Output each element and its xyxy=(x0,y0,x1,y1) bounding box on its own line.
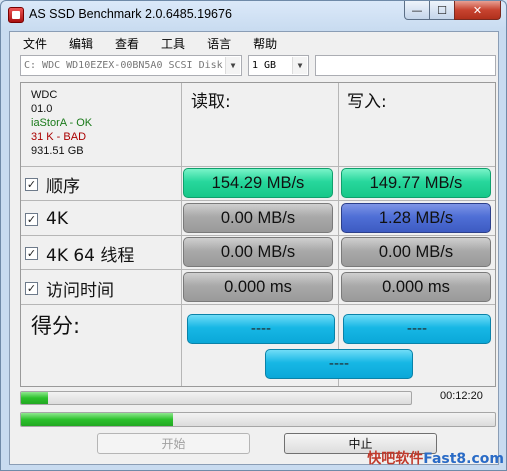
watermark-part1: 快吧软件 xyxy=(367,451,424,467)
watermark-part2: Fast8.com xyxy=(423,451,504,467)
maximize-button[interactable]: ☐ xyxy=(429,1,455,20)
results-panel: WDC 01.0 iaStorA - OK 31 K - BAD 931.51 … xyxy=(20,82,496,387)
test-row-access-time: ✓ 访问时间 xyxy=(25,275,114,301)
main-window: AS SSD Benchmark 2.0.6485.19676 — ☐ ✕ 文件… xyxy=(0,0,507,471)
start-button[interactable]: 开始 xyxy=(97,433,250,454)
window-title: AS SSD Benchmark 2.0.6485.19676 xyxy=(29,7,232,21)
menu-help[interactable]: 帮助 xyxy=(239,32,285,52)
4k-read-result: 0.00 MB/s xyxy=(183,203,333,233)
score-write: ---- xyxy=(343,314,491,344)
overall-progress-fill xyxy=(21,413,173,426)
menu-bar: 文件 编辑 查看 工具 语言 帮助 xyxy=(10,32,498,52)
drive-capacity: 931.51 GB xyxy=(31,145,84,157)
test-label: 4K xyxy=(46,209,68,229)
access-time-checkbox[interactable]: ✓ xyxy=(25,281,38,295)
test-progress-bar xyxy=(20,391,412,405)
app-icon xyxy=(8,7,24,23)
overall-progress-bar xyxy=(20,412,496,427)
menu-file[interactable]: 文件 xyxy=(10,32,55,52)
score-label: 得分: xyxy=(31,314,81,338)
minimize-button[interactable]: — xyxy=(404,1,430,20)
menu-tools[interactable]: 工具 xyxy=(147,32,193,52)
drive-vendor: WDC xyxy=(31,89,58,101)
drive-alignment-status: 31 K - BAD xyxy=(31,131,87,143)
4k64-read-result: 0.00 MB/s xyxy=(183,237,333,267)
test-row-seq: ✓ 顺序 xyxy=(25,171,80,197)
divider xyxy=(21,269,495,270)
close-button[interactable]: ✕ xyxy=(454,1,501,20)
drive-firmware: 01.0 xyxy=(31,103,53,115)
size-select[interactable]: 1 GB ▼ xyxy=(248,55,309,76)
drive-select[interactable]: C: WDC WD10EZEX-00BN5A0 SCSI Disk ▼ xyxy=(20,55,242,76)
seq-write-result: 149.77 MB/s xyxy=(341,168,491,198)
elapsed-time: 00:12:20 xyxy=(440,390,483,402)
watermark: 快吧软件Fast8.com xyxy=(367,448,504,468)
test-label: 顺序 xyxy=(46,176,80,197)
write-column-header: 写入: xyxy=(347,92,387,112)
chevron-down-icon[interactable]: ▼ xyxy=(225,57,240,74)
chevron-down-icon[interactable]: ▼ xyxy=(292,57,307,74)
menu-view[interactable]: 查看 xyxy=(101,32,147,52)
4k64-checkbox[interactable]: ✓ xyxy=(25,246,38,260)
divider xyxy=(21,235,495,236)
test-label: 访问时间 xyxy=(46,280,114,301)
access-write-result: 0.000 ms xyxy=(341,272,491,302)
seq-checkbox[interactable]: ✓ xyxy=(25,177,38,191)
divider xyxy=(21,200,495,201)
menu-edit[interactable]: 编辑 xyxy=(55,32,101,52)
4k-write-result: 1.28 MB/s xyxy=(341,203,491,233)
seq-read-result: 154.29 MB/s xyxy=(183,168,333,198)
score-total: ---- xyxy=(265,349,413,379)
client-area: 文件 编辑 查看 工具 语言 帮助 C: WDC WD10EZEX-00BN5A… xyxy=(9,31,499,465)
4k-checkbox[interactable]: ✓ xyxy=(25,212,38,226)
test-label: 4K 64 线程 xyxy=(46,245,135,266)
score-read: ---- xyxy=(187,314,335,344)
menu-language[interactable]: 语言 xyxy=(193,32,239,52)
title-bar[interactable]: AS SSD Benchmark 2.0.6485.19676 — ☐ ✕ xyxy=(1,1,506,31)
drive-info: WDC 01.0 iaStorA - OK 31 K - BAD 931.51 … xyxy=(31,88,92,158)
divider xyxy=(21,166,495,167)
read-column-header: 读取: xyxy=(191,92,231,112)
size-select-value: 1 GB xyxy=(252,60,277,71)
drive-select-value: C: WDC WD10EZEX-00BN5A0 SCSI Disk xyxy=(24,60,223,71)
drive-driver-status: iaStorA - OK xyxy=(31,117,93,129)
score-label-cell: 得分: xyxy=(21,305,181,388)
test-row-4k: ✓ 4K xyxy=(25,206,68,232)
4k64-write-result: 0.00 MB/s xyxy=(341,237,491,267)
test-row-4k64: ✓ 4K 64 线程 xyxy=(25,240,134,266)
access-read-result: 0.000 ms xyxy=(183,272,333,302)
extra-field[interactable] xyxy=(315,55,496,76)
test-progress-fill xyxy=(21,392,49,404)
